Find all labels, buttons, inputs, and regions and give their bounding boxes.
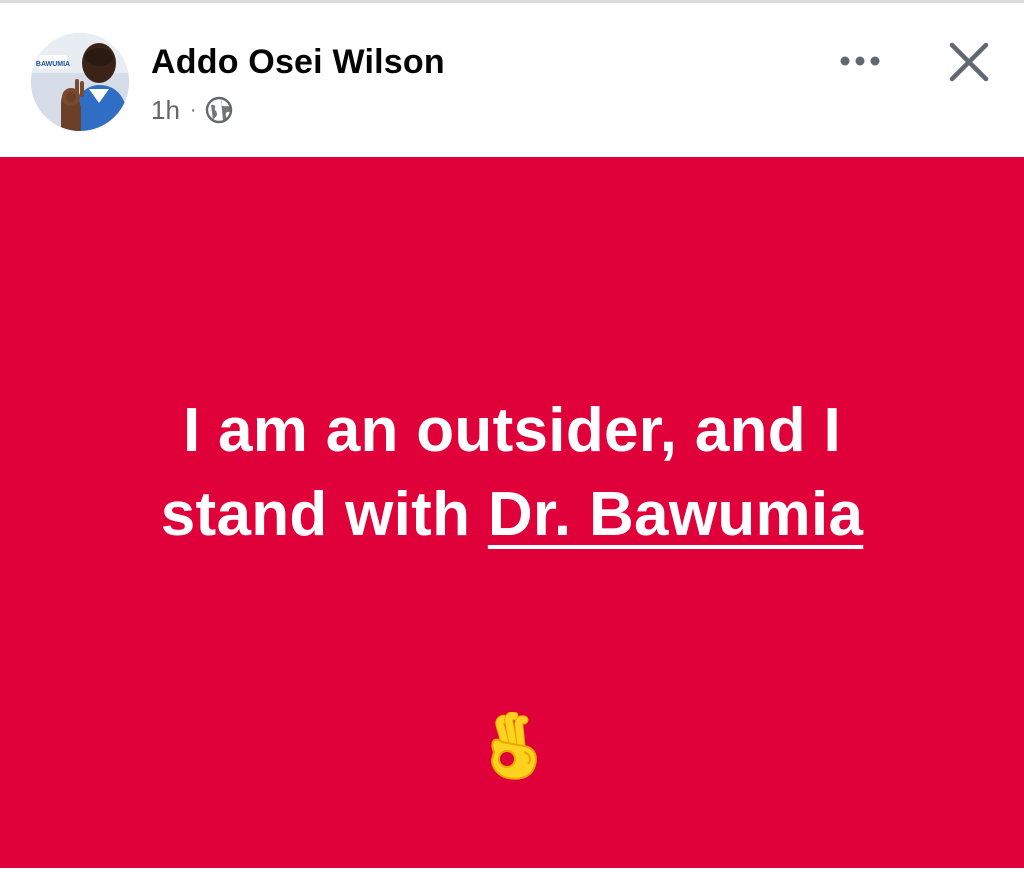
meta-separator: ·: [189, 98, 197, 121]
post-text-line-2-prefix: stand with: [160, 480, 488, 549]
more-options-button[interactable]: [830, 41, 890, 81]
author-name[interactable]: Addo Osei Wilson: [151, 43, 445, 82]
avatar[interactable]: BAWUMIA: [31, 33, 129, 131]
close-button[interactable]: [940, 33, 998, 91]
more-icon: [840, 56, 880, 66]
close-icon: [949, 42, 989, 82]
post-header: BAWUMIA Addo Osei Wilson 1h ·: [0, 3, 1024, 157]
post-text-line-2: stand with Dr. Bawumia: [0, 473, 1024, 557]
avatar-image: BAWUMIA: [31, 33, 129, 131]
ok-hand-emoji: [480, 711, 544, 782]
avatar-badge-text: BAWUMIA: [36, 61, 70, 68]
bottom-strip: [0, 868, 1024, 884]
mention-link[interactable]: Dr. Bawumia: [488, 480, 863, 549]
post-meta: 1h ·: [151, 93, 233, 127]
post-background: I am an outsider, and I stand with Dr. B…: [0, 157, 1024, 868]
post-text: I am an outsider, and I stand with Dr. B…: [0, 389, 1024, 557]
globe-icon[interactable]: [205, 96, 233, 124]
post-timestamp[interactable]: 1h: [151, 95, 180, 126]
post-text-line-1: I am an outsider, and I: [182, 396, 842, 465]
